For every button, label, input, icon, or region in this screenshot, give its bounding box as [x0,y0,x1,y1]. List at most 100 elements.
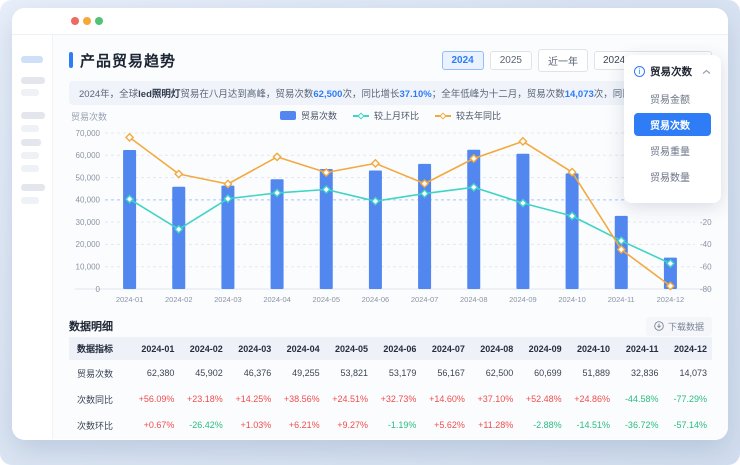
chevron-up-icon [702,69,711,74]
tab-year-2025[interactable]: 2025 [489,50,532,70]
table-column-header: 数据指标 [69,337,131,360]
table-cell: 53,179 [388,368,417,378]
left-axis-label: 50,000 [76,173,101,182]
row-label: 贸易次数 [77,368,114,379]
sidebar-skeleton-item [21,165,39,172]
tab-year-2024[interactable]: 2024 [441,50,484,70]
table-cell: -77.29% [673,394,707,404]
download-data-button[interactable]: 下载数据 [645,316,712,336]
sidebar-skeleton-item [21,77,45,84]
option-trade-amount[interactable]: 贸易金额 [634,87,711,110]
x-axis-label: 2024-05 [312,295,340,304]
title-accent-bar [69,52,73,68]
minimize-window-icon[interactable] [83,17,91,25]
table-cell: +14.25% [235,394,272,404]
right-axis-label: -40 [700,240,712,249]
table-column-header: 2024-11 [615,337,664,360]
right-axis-label: -20 [700,218,712,227]
table-cell: 45,902 [195,368,223,378]
sidebar-skeleton-item [21,125,39,132]
window-titlebar [12,8,728,35]
left-axis-label: 30,000 [76,218,101,227]
chart-legend: 贸易次数 较上月环比 较去年同比 [69,109,712,122]
table-cell: 62,380 [146,368,175,378]
selected-metric-label: 贸易次数 [650,66,692,78]
table-cell: 49,255 [292,368,320,378]
x-axis-label: 2024-12 [657,295,685,304]
left-axis-label: 70,000 [76,129,101,138]
bar-2024-06 [368,170,382,289]
legend-item-mom[interactable]: 较上月环比 [352,109,419,122]
right-axis-label: -60 [700,263,712,272]
table-cell: 53,821 [340,368,369,378]
table-cell: +0.67% [143,420,175,430]
table-cell: +24.86% [574,394,611,404]
sidebar-skeleton-item [21,112,45,119]
close-window-icon[interactable] [71,17,79,25]
table-cell: +6.21% [288,420,320,430]
table-cell: 56,167 [437,368,465,378]
metric-dropdown-toggle[interactable]: 贸易次数 [634,64,711,79]
bar-2024-10 [565,173,579,289]
option-trade-count[interactable]: 贸易次数 [634,113,711,136]
x-axis-label: 2024-01 [116,295,144,304]
table-cell: +14.60% [429,394,465,404]
right-axis-label: -80 [700,285,712,294]
legend-item-bar[interactable]: 贸易次数 [279,109,337,122]
summary-segment: 2024年，全球 [79,89,139,100]
page-title: 产品贸易趋势 [80,52,177,70]
download-icon [654,321,664,331]
x-axis-label: 2024-03 [214,295,242,304]
sidebar-skeleton-item [21,139,41,146]
x-axis-label: 2024-09 [509,295,537,304]
sidebar-skeleton-item [21,152,39,159]
metric-options: 贸易金额 贸易次数 贸易重量 贸易数量 [634,87,711,188]
table-column-header: 2024-05 [324,337,374,360]
summary-text: 2024年，全球led照明灯贸易在八月达到高峰，贸易次数62,500次，同比增长… [79,89,696,100]
table-column-header: 2024-09 [518,337,567,360]
table-cell: +56.09% [138,394,175,404]
table-cell: +24.51% [332,394,369,404]
left-axis-label: 10,000 [76,263,101,272]
row-label: 次数环比 [77,420,114,431]
table-column-header: 2024-08 [469,337,519,360]
table-cell: 60,699 [534,368,562,378]
data-table: 数据指标 2024-01 2024-02 2024-03 2024-04 2024-05 2… [69,337,712,438]
table-column-header: 2024-12 [663,337,712,360]
table-cell: 46,376 [243,368,272,378]
table-column-header: 2024-07 [421,337,470,360]
table-column-header: 2024-10 [566,337,616,360]
line-marker [272,152,282,162]
summary-segment: 贸易在八月达到高峰，贸易次数 [180,89,314,100]
page-header: 产品贸易趋势 2024 2025 近一年 2024-01 → 2024-12 [69,47,712,73]
table-column-header: 2024-01 [131,337,180,360]
table-cell: -57.14% [673,420,707,430]
table-row: 次数同比 +56.09% +23.18% +14.25% +38.56% +24.51% +… [69,386,712,412]
bar-2024-09 [516,153,530,289]
metric-dropdown-panel: 贸易次数 贸易金额 贸易次数 贸易重量 贸易数量 [624,55,721,203]
left-axis-label: 60,000 [76,151,101,160]
trend-chart: 贸易次数 贸易次数 较上月环比 较去年同比 70,000 60,000 50,0… [69,109,712,309]
left-axis-label: 20,000 [76,240,101,249]
x-axis-label: 2024-02 [165,295,193,304]
bar-swatch-icon [279,111,296,120]
tab-recent-year[interactable]: 近一年 [538,48,588,72]
option-trade-weight[interactable]: 贸易重量 [634,139,711,162]
x-axis-label: 2024-11 [608,295,635,304]
table-cell: +9.27% [337,420,369,430]
table-row: 次数环比 +0.67% -26.42% +1.03% +6.21% +9.27% -1.19… [69,412,712,438]
table-cell: 32,836 [630,368,659,378]
summary-segment: 次，同比增长 [342,89,400,100]
left-axis-label: 0 [96,285,101,294]
legend-item-yoy[interactable]: 较去年同比 [435,109,501,122]
maximize-window-icon[interactable] [95,17,103,25]
table-cell: -14.51% [576,420,611,430]
table-column-header: 2024-03 [227,337,277,360]
table-cell: -44.58% [624,394,659,404]
table-cell: -36.72% [624,420,659,430]
x-axis-label: 2024-04 [263,295,291,304]
chart-canvas: 70,0006060,0004050,0002040,000030,000-20… [75,129,712,304]
option-trade-quantity[interactable]: 贸易数量 [634,165,711,188]
line-swatch-icon [352,111,369,120]
sidebar-skeleton-item [21,184,45,191]
